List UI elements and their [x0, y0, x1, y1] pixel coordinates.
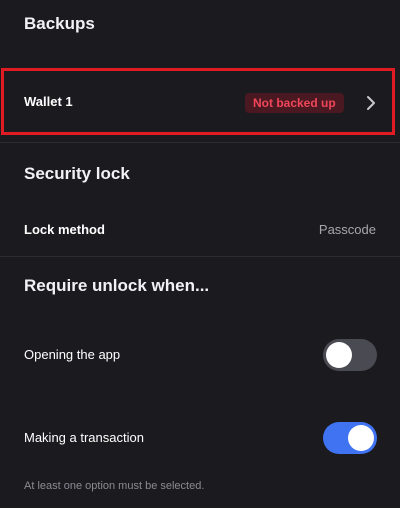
toggle-knob — [326, 342, 352, 368]
backup-status-badge: Not backed up — [245, 93, 344, 113]
wallet-backup-row[interactable]: Wallet 1 Not backed up — [1, 68, 395, 135]
section-divider — [0, 142, 400, 143]
opening-app-label: Opening the app — [24, 347, 121, 362]
lock-method-value: Passcode — [318, 222, 376, 237]
opening-app-toggle[interactable] — [323, 339, 377, 371]
require-unlock-section-title: Require unlock when... — [24, 276, 210, 295]
making-transaction-label: Making a transaction — [24, 430, 144, 445]
toggle-knob — [348, 425, 374, 451]
making-transaction-toggle[interactable] — [323, 422, 377, 454]
opening-app-row: Opening the app — [0, 336, 400, 376]
making-transaction-row: Making a transaction — [0, 419, 400, 459]
helper-text: At least one option must be selected. — [24, 480, 205, 492]
lock-method-label: Lock method — [24, 222, 105, 237]
chevron-right-icon — [364, 95, 378, 111]
section-divider — [0, 256, 400, 257]
wallet-name: Wallet 1 — [24, 94, 73, 109]
security-lock-section-title: Security lock — [24, 164, 130, 183]
lock-method-row[interactable]: Lock method Passcode — [0, 208, 400, 250]
backups-section-title: Backups — [24, 14, 95, 33]
